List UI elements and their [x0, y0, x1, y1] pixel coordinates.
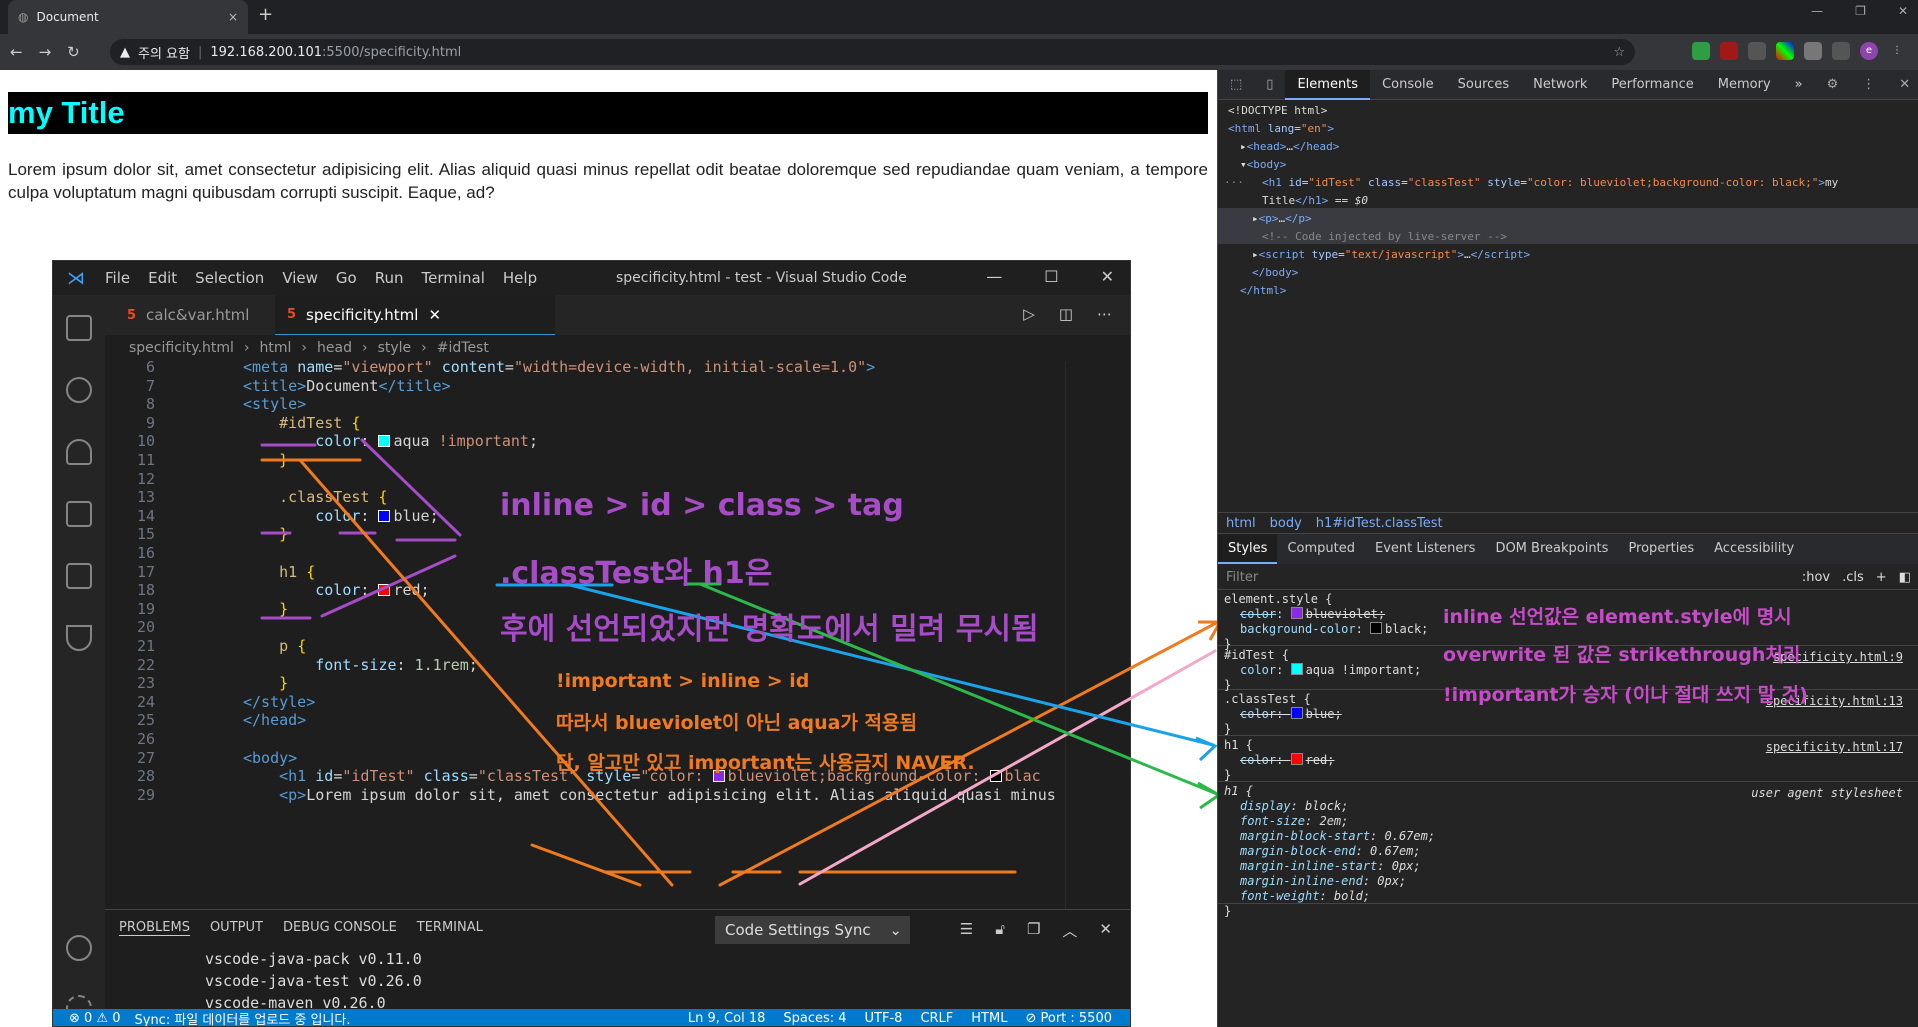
dom-ellipsis: ···	[1224, 176, 1244, 189]
new-rule-icon[interactable]: +	[1876, 570, 1887, 585]
devtools-tab[interactable]: Elements	[1285, 69, 1371, 100]
styles-tab[interactable]: Styles	[1218, 534, 1278, 564]
sidebar-toggle-icon[interactable]: ◧	[1899, 570, 1911, 585]
gear-icon[interactable]: ⚙	[1815, 70, 1851, 100]
annotation-ignored: 후에 선언되었지만 명확도에서 밀려 무시됨	[500, 612, 1039, 647]
devtools-tab[interactable]: »	[1783, 70, 1815, 100]
dom-doctype[interactable]: <!DOCTYPE html>	[1228, 102, 1327, 120]
more-icon[interactable]: ⋮	[1850, 70, 1887, 100]
dom-h1[interactable]: <h1 id="idTest" class="classTest" style=…	[1262, 174, 1838, 192]
styles-tab[interactable]: Computed	[1277, 534, 1365, 564]
dom-tree[interactable]: <!DOCTYPE html> <html lang="en"> ▸<head>…	[1218, 102, 1918, 512]
rule-h1[interactable]: h1 { specificity.html:17 color: red; }	[1218, 738, 1918, 782]
rule-source-link[interactable]: specificity.html:17	[1766, 740, 1903, 755]
dom-body[interactable]: ▾<body>	[1240, 156, 1286, 174]
device-toggle-icon[interactable]: ▯	[1254, 70, 1285, 100]
dom-breadcrumb: html body h1#idTest.classTest	[1218, 512, 1918, 534]
devtools-panel: ⬚ ▯ Elements Console Sources Network Perform…	[1217, 69, 1918, 1027]
styles-tab[interactable]: Event Listeners	[1365, 534, 1485, 564]
line-h1-to-rule	[320, 554, 457, 618]
annotation-important-3: 단, 알고만 있고 important는 사용금지 NAVER.	[556, 752, 975, 774]
dom-html-close[interactable]: </html>	[1240, 282, 1286, 300]
dom-h1-close[interactable]: Title</h1> == $0	[1262, 192, 1368, 210]
rule-user-agent-h1[interactable]: h1 { user agent stylesheet display: bloc…	[1218, 784, 1918, 918]
underline-classtest	[260, 531, 457, 542]
devtools-tab[interactable]: Console	[1370, 70, 1446, 100]
annotation-inline-3: !important가 승자 (이나 절대 쓰지 말 것)	[1443, 684, 1808, 706]
line-important-2	[530, 843, 642, 887]
line-id-to-rule	[360, 438, 462, 537]
devtools-tabs: ⬚ ▯ Elements Console Sources Network Perform…	[1218, 69, 1918, 100]
inspect-icon[interactable]: ⬚	[1218, 70, 1254, 100]
styles-tab[interactable]: Accessibility	[1704, 534, 1804, 564]
styles-subtabs: Styles Computed Event Listeners DOM Breakpo…	[1218, 534, 1918, 564]
user-agent-label: user agent stylesheet	[1751, 786, 1903, 800]
annotation-classtest-h1: .classTest와 h1은	[500, 556, 773, 591]
annotation-specificity-rule: inline > id > class > tag	[500, 488, 904, 523]
devtools-tab[interactable]: Sources	[1446, 70, 1521, 100]
dom-crumb[interactable]: html	[1226, 516, 1256, 531]
devtools-tab[interactable]: Network	[1521, 70, 1599, 100]
dom-body-close[interactable]: </body>	[1252, 264, 1298, 282]
dom-p[interactable]: ▸<p>…</p>	[1252, 210, 1312, 228]
filter-input[interactable]: Filter	[1226, 570, 1258, 585]
styles-tab[interactable]: DOM Breakpoints	[1485, 534, 1618, 564]
annotation-inline-2: overwrite 된 값은 strikethrough처리	[1443, 644, 1801, 666]
close-icon[interactable]: ✕	[1887, 70, 1918, 100]
devtools-tab[interactable]: Performance	[1599, 70, 1705, 100]
styles-filter[interactable]: Filter :hov .cls + ◧	[1218, 564, 1918, 590]
dom-head[interactable]: ▸<head>…</head>	[1240, 138, 1339, 156]
styles-tab[interactable]: Properties	[1618, 534, 1704, 564]
annotation-important-2: 따라서 blueviolet이 아닌 aqua가 적용됨	[556, 712, 917, 734]
annotation-important-1: !important > inline > id	[556, 670, 810, 692]
annotation-inline-1: inline 선언값은 element.style에 명시	[1443, 606, 1792, 628]
cls-toggle[interactable]: .cls	[1842, 570, 1864, 585]
devtools-tab[interactable]: Memory	[1706, 70, 1783, 100]
dom-script[interactable]: ▸<script type="text/javascript">…</scrip…	[1252, 246, 1530, 264]
dom-html[interactable]: <html lang="en">	[1228, 120, 1334, 138]
hov-toggle[interactable]: :hov	[1802, 570, 1830, 585]
dom-crumb[interactable]: body	[1270, 516, 1302, 531]
dom-crumb[interactable]: h1#idTest.classTest	[1316, 516, 1443, 531]
dom-comment[interactable]: <!-- Code injected by live-server -->	[1262, 228, 1507, 246]
